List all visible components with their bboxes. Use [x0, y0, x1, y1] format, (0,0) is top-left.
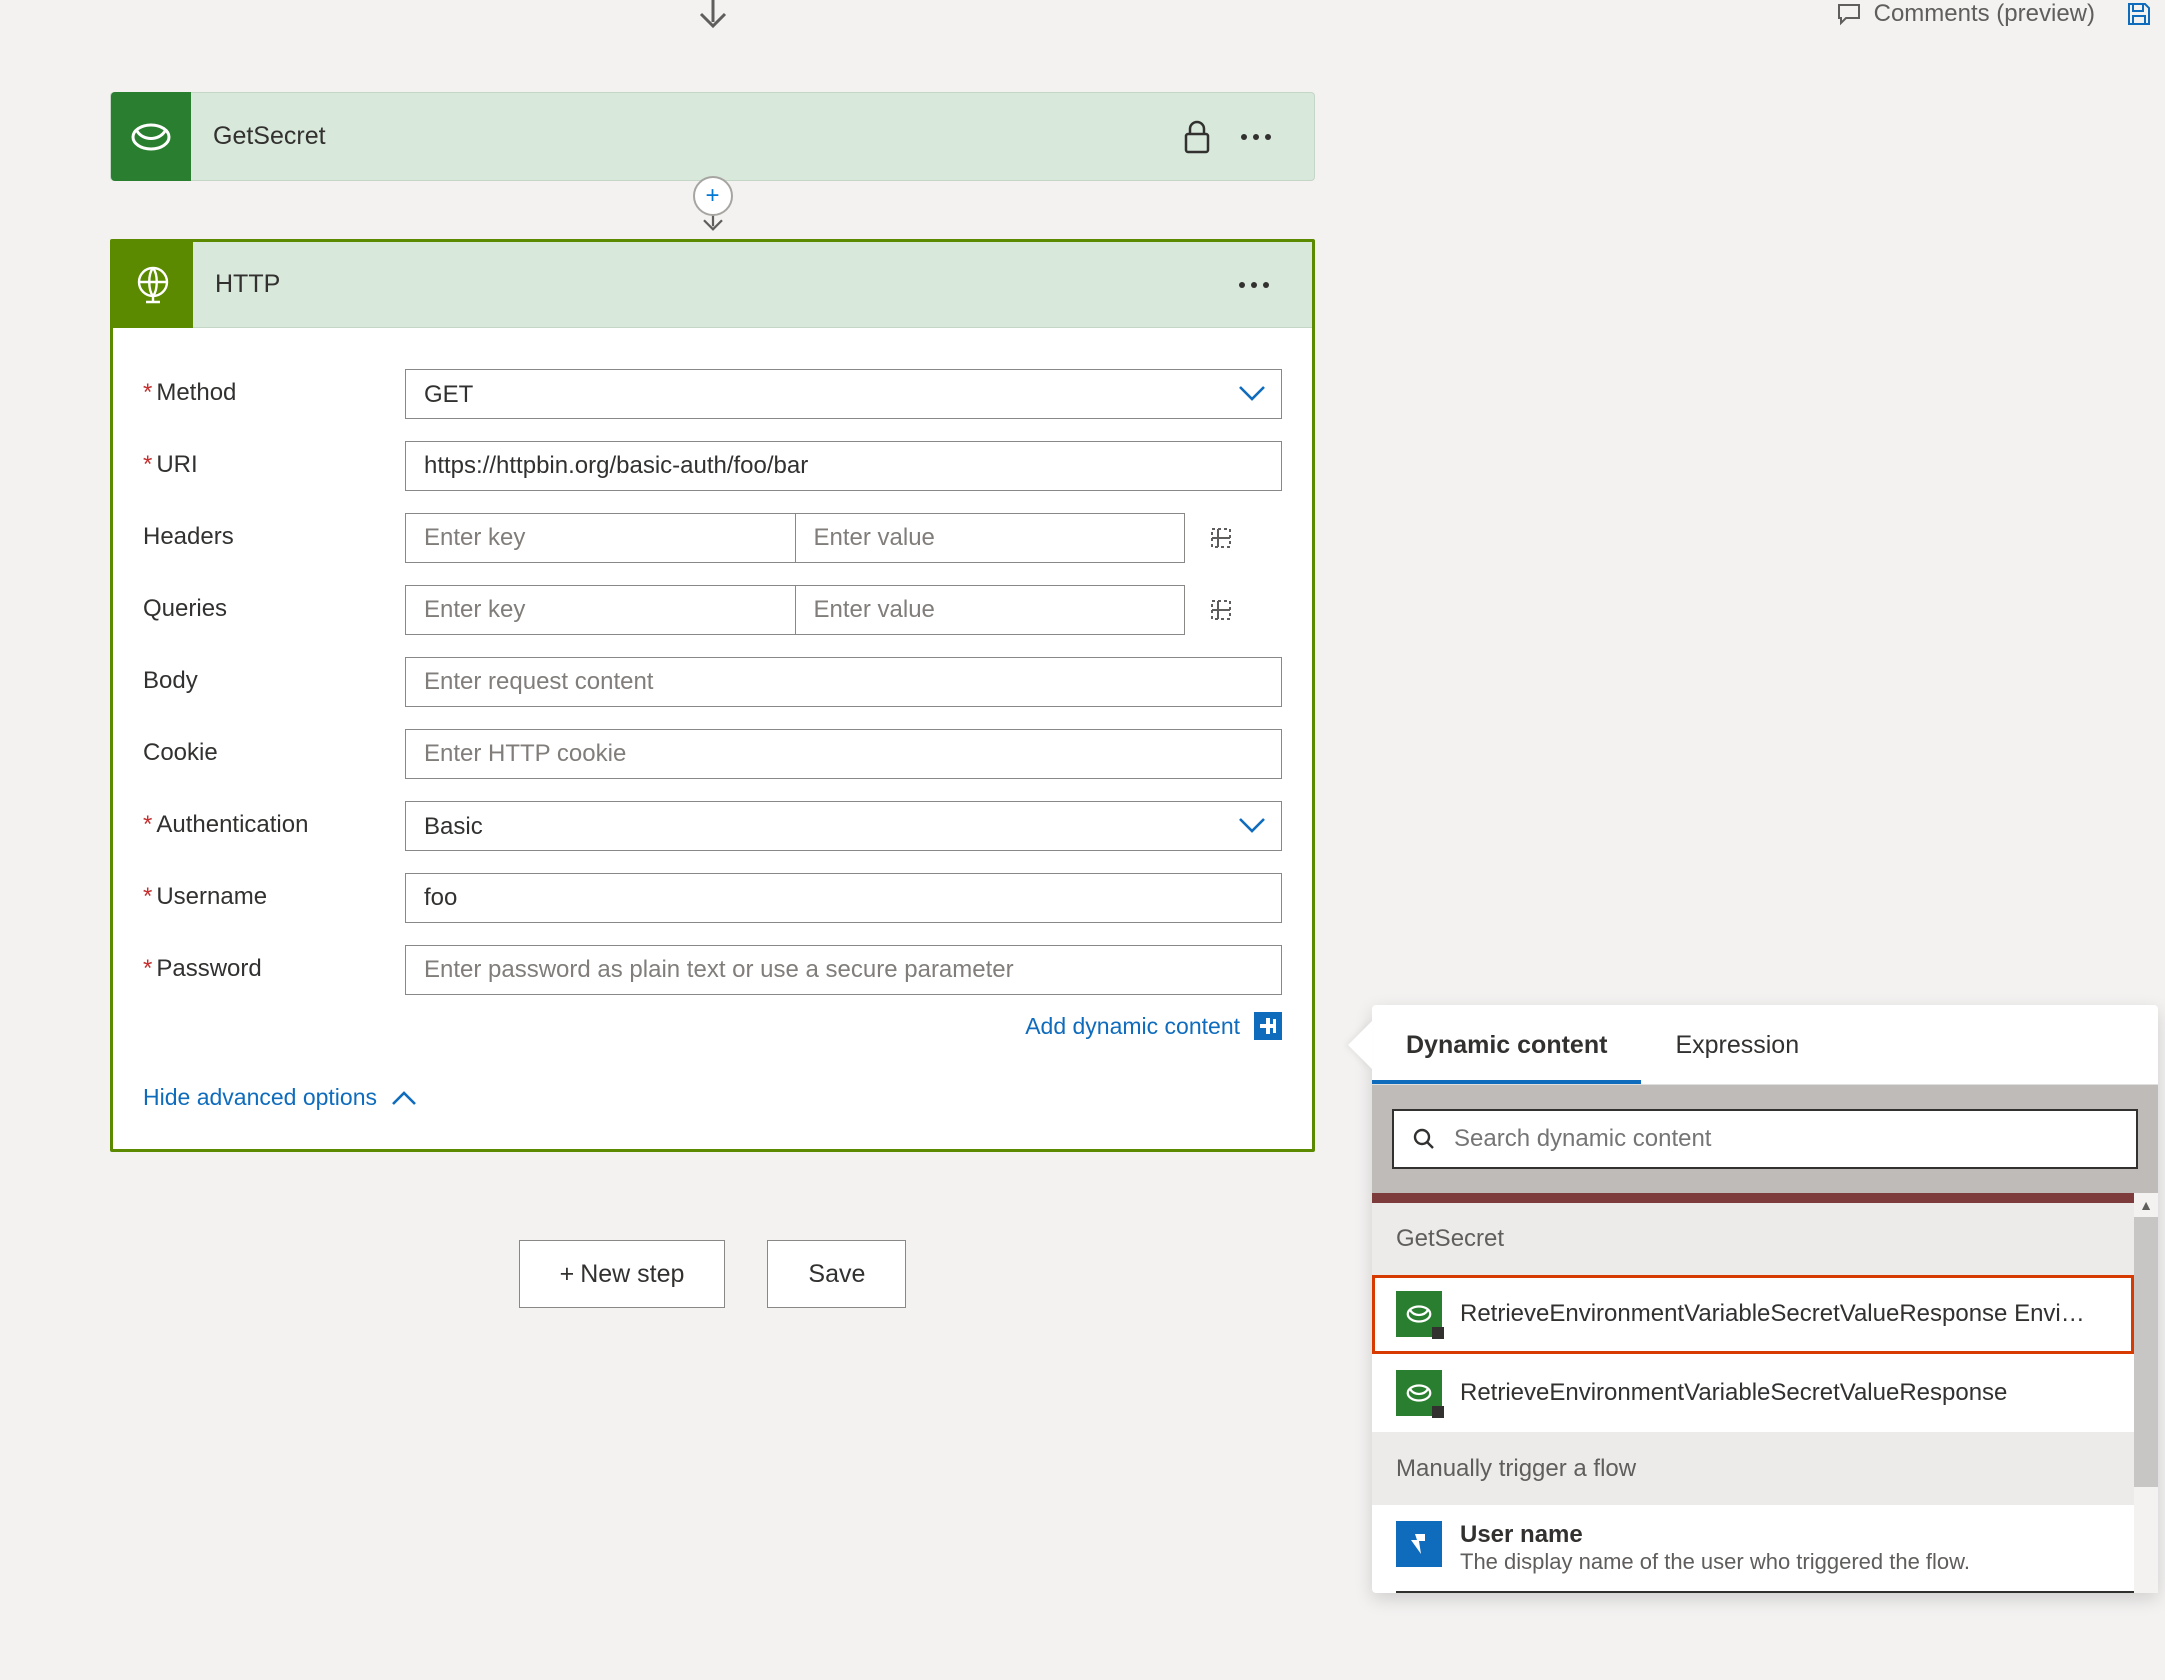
- previous-group-sliver: [1372, 1193, 2134, 1203]
- connector: +: [110, 181, 1315, 239]
- add-step-between-button[interactable]: +: [693, 176, 733, 216]
- cookie-input[interactable]: [405, 729, 1282, 779]
- dynamic-item[interactable]: RetrieveEnvironmentVariableSecretValueRe…: [1372, 1275, 2134, 1354]
- dynamic-search[interactable]: [1392, 1109, 2138, 1169]
- dynamic-group-header: Manually trigger a flow: [1372, 1433, 2134, 1505]
- dynamic-panel-tabs: Dynamic content Expression: [1372, 1005, 2158, 1085]
- step-http-header[interactable]: HTTP: [113, 242, 1312, 328]
- uri-input[interactable]: [405, 441, 1282, 491]
- password-label: Password: [156, 955, 261, 982]
- body-input[interactable]: [405, 657, 1282, 707]
- dynamic-content-panel: Dynamic content Expression ▲ GetSecret R…: [1372, 1005, 2158, 1593]
- queries-value-input[interactable]: [795, 585, 1186, 635]
- step-http-title: HTTP: [193, 270, 1238, 299]
- chat-icon: [1836, 2, 1862, 26]
- headers-key-input[interactable]: [405, 513, 795, 563]
- topbar-right: Comments (preview): [1836, 0, 2153, 28]
- flow-trigger-icon: [1396, 1521, 1442, 1567]
- more-icon[interactable]: [1240, 133, 1272, 141]
- switch-mode-icon[interactable]: [1205, 594, 1237, 626]
- chevron-up-icon: [391, 1090, 417, 1106]
- dynamic-item-title: User name: [1460, 1521, 2134, 1549]
- new-step-button[interactable]: New step: [519, 1240, 726, 1308]
- panel-pointer-icon: [1348, 1021, 1372, 1069]
- dataverse-icon: [1396, 1370, 1442, 1416]
- tab-dynamic-content[interactable]: Dynamic content: [1372, 1005, 1641, 1084]
- dynamic-item[interactable]: User name The display name of the user w…: [1396, 1505, 2134, 1593]
- step-getsecret[interactable]: GetSecret: [110, 92, 1315, 181]
- step-getsecret-title: GetSecret: [191, 122, 1182, 151]
- comments-label: Comments (preview): [1874, 0, 2095, 28]
- headers-label: Headers: [143, 523, 234, 550]
- password-input[interactable]: [405, 945, 1282, 995]
- body-label: Body: [143, 667, 198, 694]
- bottom-buttons: New step Save: [110, 1240, 1315, 1308]
- http-body: *Method GET *URI H: [113, 328, 1312, 1149]
- username-label: Username: [156, 883, 267, 910]
- dynamic-item[interactable]: RetrieveEnvironmentVariableSecretValueRe…: [1372, 1354, 2134, 1433]
- uri-label: URI: [156, 451, 197, 478]
- method-label: Method: [156, 379, 236, 406]
- search-icon: [1412, 1127, 1436, 1151]
- step-http: HTTP *Method GET: [110, 239, 1315, 1152]
- queries-label: Queries: [143, 595, 227, 622]
- scrollbar-up-icon[interactable]: ▲: [2134, 1193, 2158, 1217]
- dynamic-item-title: RetrieveEnvironmentVariableSecretValueRe…: [1460, 1300, 2110, 1328]
- dynamic-search-input[interactable]: [1454, 1125, 2118, 1153]
- cookie-label: Cookie: [143, 739, 218, 766]
- save-button[interactable]: Save: [767, 1240, 906, 1308]
- lock-icon: [1182, 120, 1212, 154]
- dynamic-item-subtitle: The display name of the user who trigger…: [1460, 1549, 2134, 1575]
- comments-button[interactable]: Comments (preview): [1836, 0, 2095, 28]
- dataverse-icon: [1396, 1291, 1442, 1337]
- dynamic-group-header: GetSecret: [1372, 1203, 2134, 1275]
- authentication-label: Authentication: [156, 811, 308, 838]
- save-icon[interactable]: [2125, 0, 2153, 28]
- more-icon[interactable]: [1238, 281, 1270, 289]
- globe-icon: [113, 242, 193, 328]
- flow-canvas: GetSecret + HTTP: [110, 0, 1315, 1308]
- step-getsecret-actions: [1182, 120, 1314, 154]
- connector-arrow: [110, 0, 1315, 34]
- tab-expression[interactable]: Expression: [1641, 1005, 1833, 1084]
- hide-advanced-options-link[interactable]: Hide advanced options: [143, 1084, 1282, 1111]
- scrollbar-thumb[interactable]: [2134, 1217, 2158, 1487]
- method-select[interactable]: GET: [405, 369, 1282, 419]
- add-dynamic-content-link[interactable]: Add dynamic content: [1025, 1012, 1282, 1040]
- queries-key-input[interactable]: [405, 585, 795, 635]
- username-input[interactable]: [405, 873, 1282, 923]
- dynamic-content-badge-icon: [1254, 1012, 1282, 1040]
- authentication-select[interactable]: Basic: [405, 801, 1282, 851]
- headers-value-input[interactable]: [795, 513, 1186, 563]
- dataverse-icon: [111, 92, 191, 181]
- switch-mode-icon[interactable]: [1205, 522, 1237, 554]
- dynamic-item-title: RetrieveEnvironmentVariableSecretValueRe…: [1460, 1379, 2110, 1407]
